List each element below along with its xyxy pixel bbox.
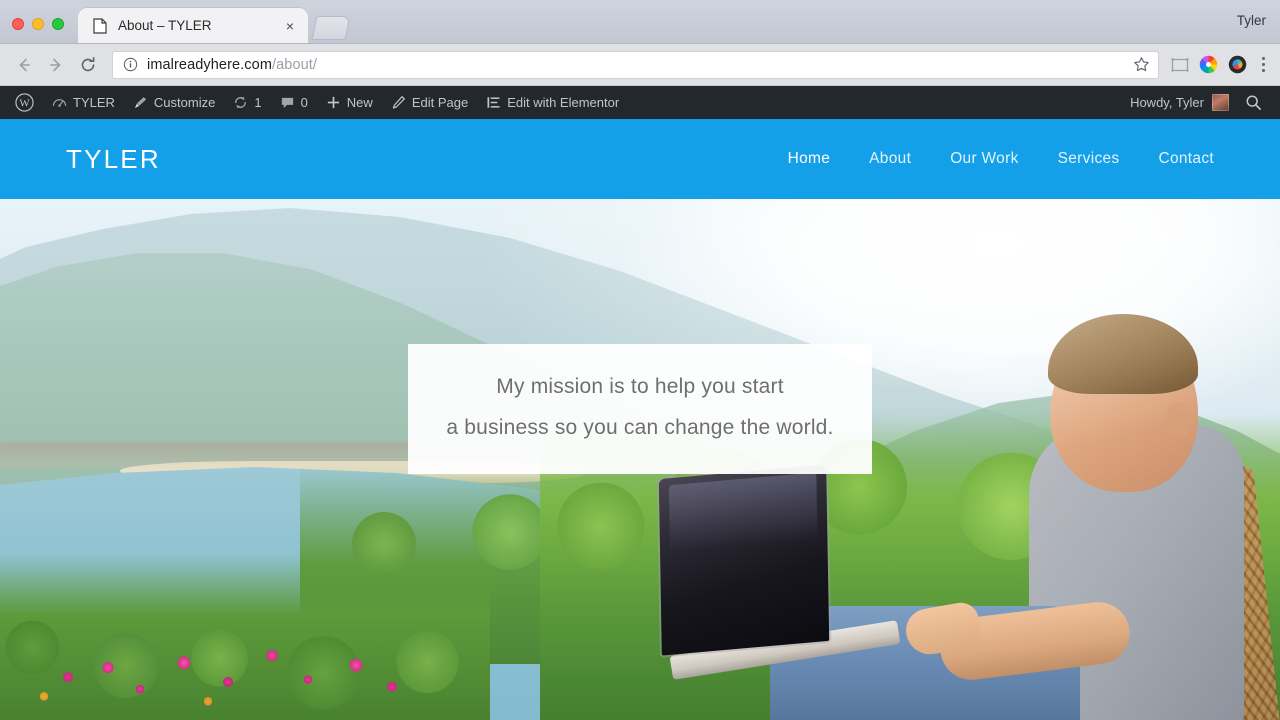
hero-text-box: My mission is to help you start a busine… xyxy=(408,344,872,474)
wordpress-admin-bar: W TYLER Customize 1 0 New Edit Page Edit… xyxy=(0,86,1280,119)
admin-bar-label-edit-page: Edit Page xyxy=(411,95,469,110)
tab-title: About – TYLER xyxy=(118,18,212,33)
wordpress-logo-icon[interactable]: W xyxy=(6,86,43,119)
admin-bar-greeting: Howdy, Tyler xyxy=(1130,95,1204,110)
admin-bar-account[interactable]: Howdy, Tyler xyxy=(1130,94,1280,111)
nav-item-home[interactable]: Home xyxy=(788,150,831,168)
chrome-profile-name[interactable]: Tyler xyxy=(1237,13,1266,28)
admin-bar-label-site: TYLER xyxy=(73,95,115,110)
close-window-button[interactable] xyxy=(12,18,24,30)
elementor-icon xyxy=(486,95,501,110)
color-wheel-extension-icon[interactable] xyxy=(1199,55,1219,75)
browser-tab[interactable]: About – TYLER × xyxy=(78,8,308,43)
pencil-icon xyxy=(391,95,406,110)
url-domain: imalreadyhere.com xyxy=(147,56,272,73)
info-circle-icon[interactable] xyxy=(123,57,138,72)
comment-icon xyxy=(280,95,295,110)
site-logo[interactable]: TYLER xyxy=(66,144,161,175)
hero-section: My mission is to help you start a busine… xyxy=(0,199,1280,720)
maximize-window-button[interactable] xyxy=(52,18,64,30)
admin-bar-label-elementor: Edit with Elementor xyxy=(507,95,620,110)
dashboard-icon xyxy=(52,95,67,110)
admin-bar-item-customize[interactable]: Customize xyxy=(124,86,224,119)
admin-bar-item-edit-page[interactable]: Edit Page xyxy=(382,86,477,119)
cast-icon[interactable] xyxy=(1170,55,1190,75)
url-path: /about/ xyxy=(272,56,318,73)
nav-item-our-work[interactable]: Our Work xyxy=(950,150,1018,168)
close-icon[interactable]: × xyxy=(282,18,298,34)
admin-bar-item-updates[interactable]: 1 xyxy=(224,86,270,119)
browser-window: About – TYLER × Tyler imalreadyhere.com/… xyxy=(0,0,1280,720)
tab-strip: About – TYLER × Tyler xyxy=(0,0,1280,44)
wordpress-logo-glyph: W xyxy=(15,93,34,112)
person-ear xyxy=(1166,402,1192,438)
plus-icon xyxy=(326,95,341,110)
nav-item-contact[interactable]: Contact xyxy=(1158,150,1214,168)
window-controls xyxy=(0,18,74,43)
hero-bougainvillea-flowers xyxy=(20,610,420,720)
new-tab-button[interactable] xyxy=(311,16,351,40)
hero-headline-line1: My mission is to help you start xyxy=(496,375,784,398)
lens-extension-icon[interactable] xyxy=(1228,55,1248,75)
three-dot-menu-icon[interactable] xyxy=(1257,56,1271,73)
updates-icon xyxy=(233,95,248,110)
address-bar[interactable]: imalreadyhere.com/about/ xyxy=(112,50,1159,79)
hero-headline-line2: a business so you can change the world. xyxy=(446,416,834,439)
avatar xyxy=(1212,94,1229,111)
toolbar-actions xyxy=(1167,55,1271,75)
admin-bar-item-comments[interactable]: 0 xyxy=(271,86,317,119)
back-icon[interactable] xyxy=(10,51,38,79)
star-icon[interactable] xyxy=(1125,56,1150,73)
admin-bar-label-updates: 1 xyxy=(254,95,262,110)
admin-bar-item-elementor[interactable]: Edit with Elementor xyxy=(477,86,628,119)
admin-bar-item-site[interactable]: TYLER xyxy=(43,86,124,119)
site-header: TYLER Home About Our Work Services Conta… xyxy=(0,119,1280,199)
admin-bar-item-new[interactable]: New xyxy=(317,86,382,119)
nav-item-services[interactable]: Services xyxy=(1058,150,1120,168)
search-icon[interactable] xyxy=(1229,94,1272,111)
page-icon xyxy=(92,17,108,34)
site-navigation: Home About Our Work Services Contact xyxy=(788,150,1214,168)
admin-bar-label-comments: 0 xyxy=(300,95,308,110)
browser-toolbar: imalreadyhere.com/about/ xyxy=(0,44,1280,86)
admin-bar-label-new: New xyxy=(346,95,373,110)
person-hair xyxy=(1048,314,1198,394)
svg-text:W: W xyxy=(19,98,30,110)
laptop-screen xyxy=(658,464,830,656)
admin-bar-label-customize: Customize xyxy=(153,95,216,110)
url-text: imalreadyhere.com/about/ xyxy=(147,57,317,73)
forward-icon[interactable] xyxy=(42,51,70,79)
minimize-window-button[interactable] xyxy=(32,18,44,30)
reload-icon[interactable] xyxy=(74,51,102,79)
nav-item-about[interactable]: About xyxy=(869,150,911,168)
paintbrush-icon xyxy=(133,95,148,110)
